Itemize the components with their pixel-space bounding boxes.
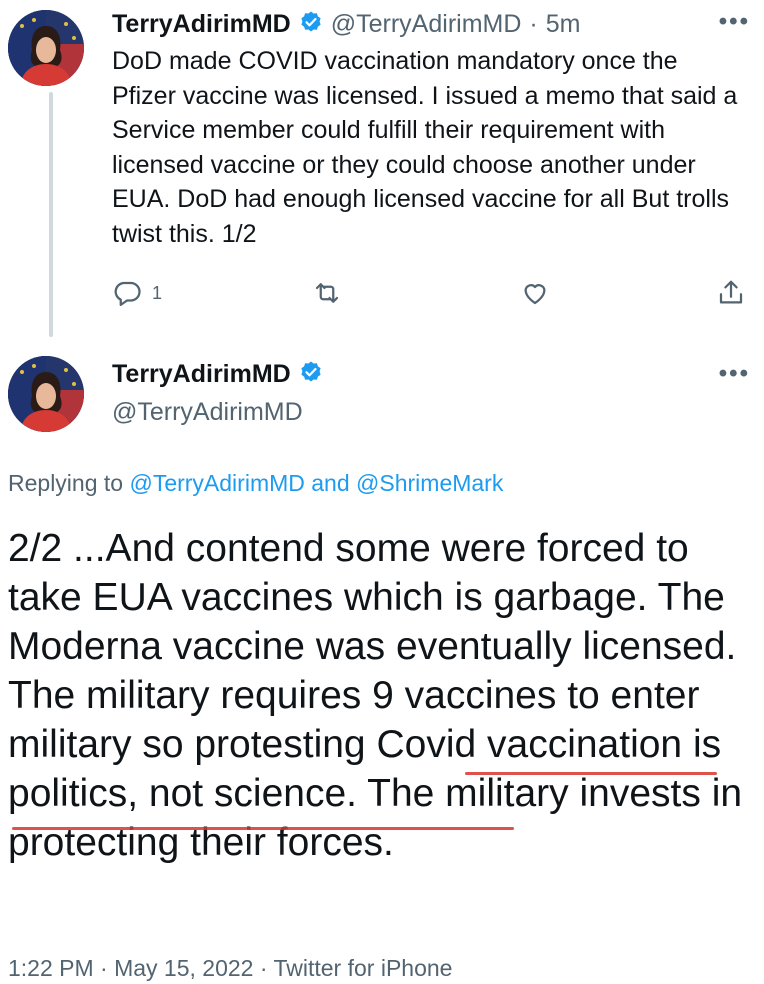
avatar[interactable] (8, 10, 84, 86)
display-name[interactable]: TerryAdirimMD (112, 360, 291, 389)
handle[interactable]: @TerryAdirimMD (331, 10, 522, 39)
red-annotation-underline (465, 772, 717, 775)
avatar[interactable] (8, 356, 84, 432)
more-icon[interactable]: ••• (719, 8, 750, 36)
display-name[interactable]: TerryAdirimMD (112, 10, 291, 39)
replying-to: Replying to @TerryAdirimMD and @ShrimeMa… (8, 470, 503, 497)
share-button[interactable] (716, 278, 746, 308)
tweet1-actions: 1 (112, 278, 752, 314)
verified-badge-icon (299, 360, 323, 389)
tweet2-text: 2/2 ...And contend some were forced to t… (8, 527, 743, 864)
retweet-icon (315, 283, 339, 303)
tweet2-header: TerryAdirimMD (112, 360, 323, 389)
reply-button[interactable]: 1 (112, 278, 162, 308)
replying-prefix: Replying to (8, 470, 124, 496)
timestamp[interactable]: 5m (546, 10, 581, 39)
separator-dot: · (529, 10, 538, 38)
tweet-timestamp-footer[interactable]: 1:22 PM · May 15, 2022 · Twitter for iPh… (8, 955, 452, 982)
reply-icon (114, 281, 141, 306)
more-icon[interactable]: ••• (719, 360, 750, 388)
tweet1-text: DoD made COVID vaccination mandatory onc… (112, 47, 738, 248)
mention-link[interactable]: @ShrimeMark (356, 470, 503, 496)
handle[interactable]: @TerryAdirimMD (112, 398, 303, 427)
replying-and: and (311, 470, 350, 496)
thread-connector-line (49, 92, 53, 337)
retweet-button[interactable] (312, 278, 342, 308)
share-icon (719, 280, 743, 304)
reply-count: 1 (152, 282, 163, 303)
heart-icon (524, 284, 546, 305)
mention-link[interactable]: @TerryAdirimMD (129, 470, 304, 496)
tweet1-header: TerryAdirimMD @TerryAdirimMD · 5m (112, 10, 580, 39)
red-annotation-underline (12, 827, 514, 830)
verified-badge-icon (299, 10, 323, 39)
like-button[interactable] (520, 278, 550, 308)
